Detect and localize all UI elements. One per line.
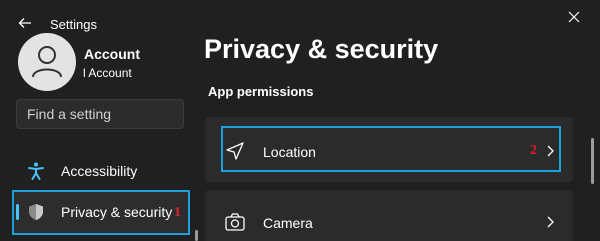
- search-input[interactable]: [17, 100, 177, 128]
- close-icon[interactable]: [566, 9, 582, 25]
- step-number-1: 1: [174, 205, 181, 220]
- account-name: Account: [84, 46, 140, 62]
- main-scrollbar[interactable]: [591, 138, 594, 184]
- section-title: App permissions: [208, 84, 314, 99]
- camera-label: Camera: [263, 215, 313, 231]
- highlight-box-location: [221, 126, 561, 172]
- user-icon: [32, 46, 62, 78]
- sidebar-item-accessibility[interactable]: Accessibility: [13, 152, 189, 190]
- step-number-2: 2: [530, 143, 537, 158]
- search-box: [16, 99, 184, 129]
- back-arrow-icon[interactable]: [18, 16, 32, 30]
- camera-icon: [225, 213, 245, 231]
- window-title: Settings: [50, 17, 97, 32]
- accessibility-icon: [28, 162, 44, 180]
- avatar[interactable]: [18, 33, 76, 91]
- settings-window: Settings Account l Account Accessibility…: [0, 0, 600, 241]
- sidebar-scrollbar[interactable]: [195, 230, 198, 241]
- account-subtitle: l Account: [83, 66, 132, 80]
- highlight-box-privacy: [12, 190, 190, 235]
- page-title: Privacy & security: [204, 34, 439, 64]
- chevron-right-icon: [547, 216, 554, 228]
- camera-item[interactable]: Camera: [205, 190, 573, 241]
- sidebar-item-label: Accessibility: [61, 163, 138, 179]
